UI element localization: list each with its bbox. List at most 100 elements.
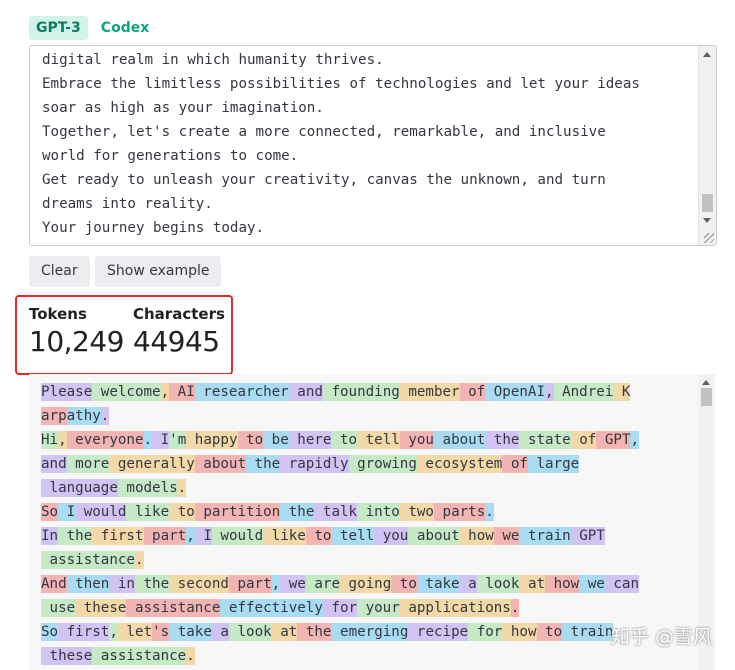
token: in [109,575,135,593]
scrollbar-thumb[interactable] [701,388,712,406]
tab-gpt3[interactable]: GPT-3 [29,16,88,40]
token: at [519,575,546,593]
token: let [117,623,153,641]
tokens-value: 10,249 [29,325,124,358]
token: the [280,503,315,521]
token-line: assistance. [41,548,639,572]
scroll-down-icon[interactable] [703,218,711,223]
token: researcher [194,383,289,401]
token: recipe [408,623,469,641]
scroll-up-icon[interactable] [703,52,711,57]
token: everyone [66,431,144,449]
token: of [459,383,486,401]
token: and [41,455,67,473]
token-line: these assistance. [41,644,639,668]
token: And [41,575,67,593]
token: Andrei [553,383,614,401]
scrollbar-thumb[interactable] [702,194,713,212]
token-line: And then in the second part, we are goin… [41,572,639,596]
token: about [433,431,486,449]
token: assistance [126,599,221,617]
token: you [399,431,434,449]
token: would [75,503,127,521]
token: to [169,503,195,521]
characters-label: Characters [133,305,225,323]
show-example-button[interactable]: Show example [95,256,222,287]
token-line: In the first part, I would like to tell … [41,524,639,548]
token: partition [194,503,281,521]
token: a [459,575,477,593]
token: member [399,383,460,401]
token: assistance [92,647,187,665]
token: look [228,623,272,641]
token: ecosystem [416,455,503,473]
clear-button[interactable]: Clear [29,256,90,287]
token: are [305,575,340,593]
token: . [186,647,195,665]
token: you [374,527,409,545]
token: state [519,431,571,449]
token: K [613,383,631,401]
token: here [288,431,332,449]
token: . [177,479,187,497]
textarea-scrollbar[interactable] [698,46,716,245]
token: second [169,575,229,593]
token: applications [399,599,511,617]
token: how [502,623,537,641]
token: assistance [41,551,135,569]
token: two [399,503,434,521]
token: and [288,383,323,401]
model-tabs: GPT-3 Codex [29,16,156,40]
token: at [271,623,298,641]
token: welcome [92,383,161,401]
token: , [271,575,281,593]
prompt-textarea[interactable]: digital realm in which humanity thrives.… [29,45,717,246]
token: GPT [570,527,605,545]
token: effectively [220,599,323,617]
resize-grip-icon[interactable] [704,233,714,243]
token: parts [433,503,486,521]
token: we [579,575,605,593]
token: language [41,479,118,497]
token: happy [186,431,238,449]
token: , [160,383,170,401]
token: tell [331,527,375,545]
token: generally [109,455,195,473]
token: can [604,575,639,593]
token: first [92,527,144,545]
tab-codex[interactable]: Codex [94,16,156,40]
token: take [416,575,460,593]
token: founding [322,383,400,401]
token: part [143,527,187,545]
token: . [134,551,144,569]
token: large [527,455,580,473]
token: OpenAI [485,383,545,401]
token: how [545,575,580,593]
token-line: So first, let's take a look at the emerg… [41,620,639,644]
token: 's [152,623,170,641]
token: then [66,575,110,593]
token: these [75,599,127,617]
prompt-text[interactable]: digital realm in which humanity thrives.… [42,48,694,240]
token: GPT [596,431,631,449]
scroll-up-icon[interactable] [702,380,710,385]
token: rapidly [280,455,349,473]
characters-value: 44945 [133,325,220,358]
token: the [58,527,93,545]
token: your [357,599,400,617]
token: we [493,527,520,545]
token-line: use these assistance effectively for you… [41,596,639,620]
token: would [211,527,264,545]
token: emerging [331,623,409,641]
token: , [58,431,67,449]
token: the [297,623,332,641]
token: for [468,623,503,641]
token: a [211,623,229,641]
token: the [246,455,281,473]
token: for [322,599,358,617]
token-line: Please welcome, AI researcher and foundi… [41,380,639,404]
token: . [510,599,520,617]
watermark-logo: 知乎 @雪风 [611,626,713,648]
token: , [109,623,118,641]
token: growing [348,455,417,473]
